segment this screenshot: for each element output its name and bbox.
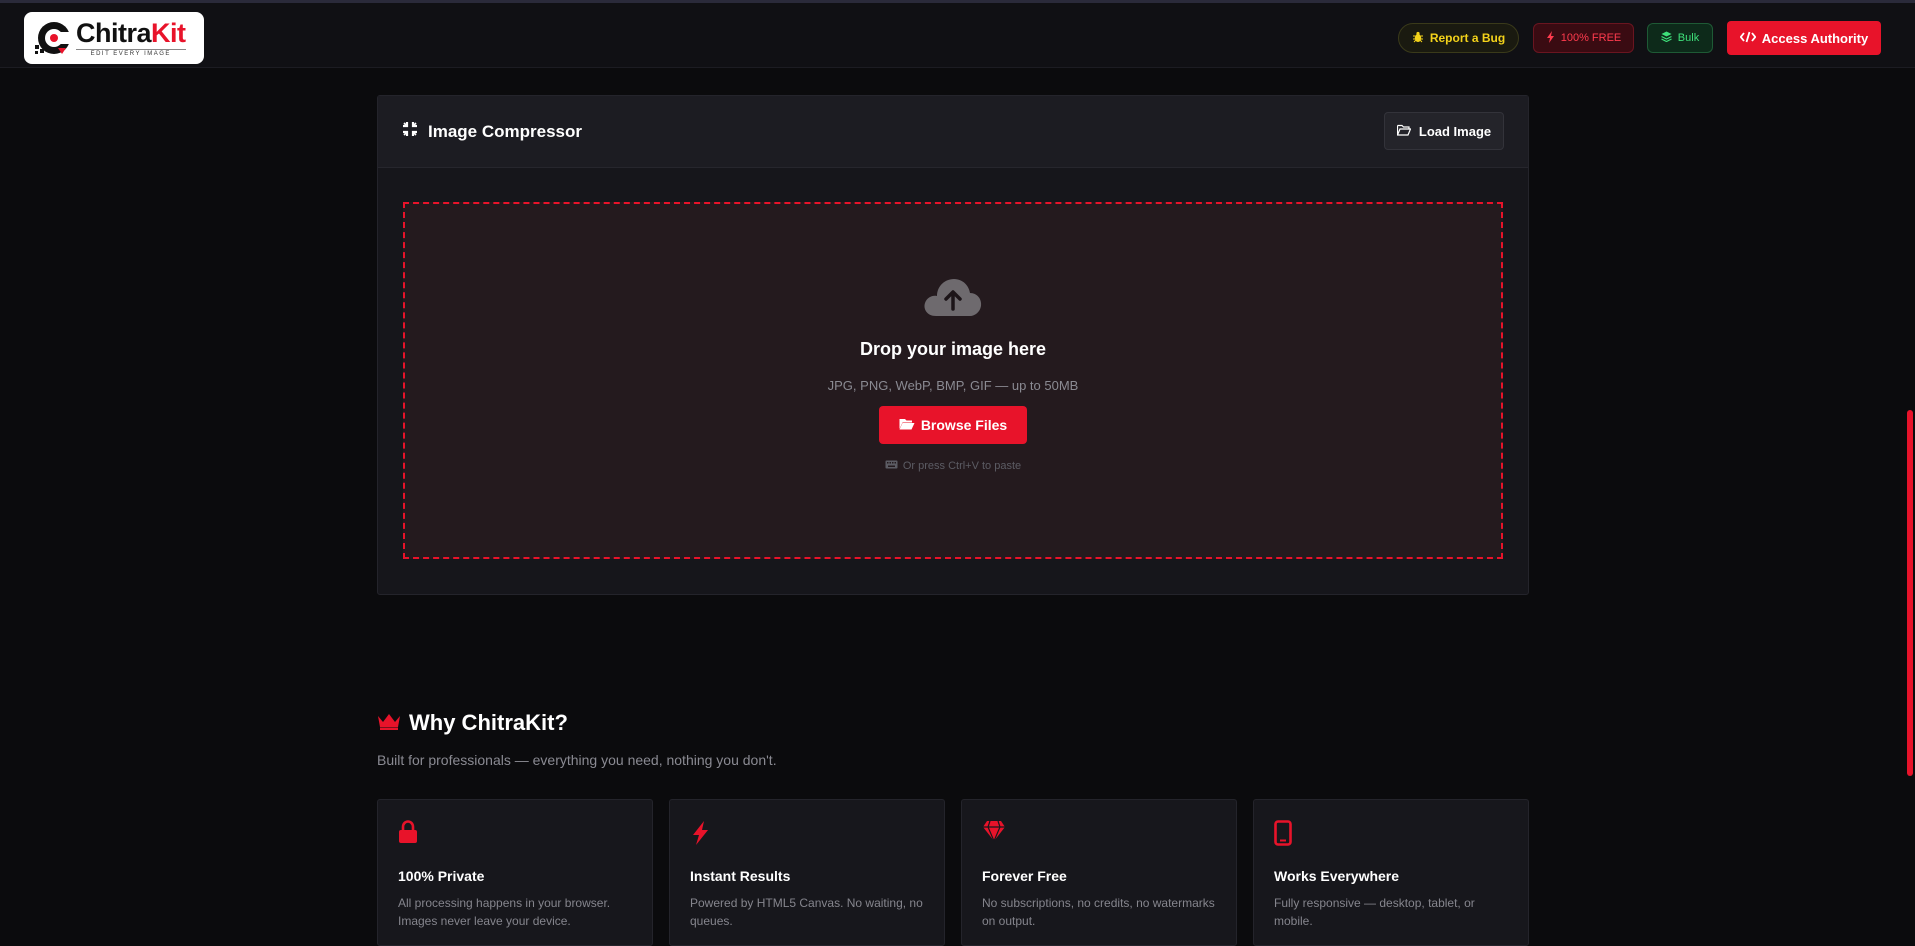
- card-text: No subscriptions, no credits, no waterma…: [982, 896, 1215, 928]
- paste-hint: Or press Ctrl+V to paste: [885, 460, 1021, 472]
- card-title: Instant Results: [690, 868, 791, 884]
- free-badge[interactable]: 100% FREE: [1533, 23, 1634, 53]
- folder-open-icon: [1396, 124, 1412, 139]
- card-title: Works Everywhere: [1274, 868, 1400, 884]
- bug-icon: [1412, 31, 1424, 46]
- free-badge-label: 100% FREE: [1560, 32, 1622, 44]
- load-image-label: Load Image: [1418, 123, 1492, 139]
- why-title-text: Why ChitraKit?: [409, 710, 568, 735]
- cloud-upload-icon: [922, 274, 984, 323]
- logo-mark-icon: [32, 18, 72, 58]
- browse-files-button[interactable]: Browse Files: [879, 406, 1027, 444]
- lock-icon: [398, 820, 632, 848]
- feature-card-private: 100% Private All processing happens in y…: [377, 799, 653, 946]
- card-title: 100% Private: [398, 868, 485, 884]
- bulk-label: Bulk: [1677, 32, 1700, 44]
- mobile-icon: [1274, 820, 1508, 848]
- logo[interactable]: ChitraKit EDIT EVERY IMAGE: [24, 12, 204, 64]
- logo-tagline: EDIT EVERY IMAGE: [76, 49, 186, 57]
- crown-icon: [377, 710, 401, 736]
- gem-icon: [982, 820, 1216, 848]
- feature-card-instant: Instant Results Powered by HTML5 Canvas.…: [669, 799, 945, 946]
- card-text: Fully responsive — desktop, tablet, or m…: [1274, 896, 1475, 928]
- keyboard-icon: [885, 460, 898, 472]
- why-section-title: Why ChitraKit?: [377, 710, 568, 736]
- compressor-panel-header: Image Compressor Load Image: [378, 96, 1528, 168]
- card-title: Forever Free: [982, 868, 1067, 884]
- report-bug-label: Report a Bug: [1429, 31, 1506, 45]
- why-subtitle: Built for professionals — everything you…: [377, 752, 777, 768]
- load-image-button[interactable]: Load Image: [1384, 112, 1504, 150]
- logo-title: ChitraKit: [76, 18, 186, 48]
- browse-files-label: Browse Files: [920, 417, 1008, 433]
- feature-card-everywhere: Works Everywhere Fully responsive — desk…: [1253, 799, 1529, 946]
- bolt-small-icon: [1546, 30, 1555, 46]
- feature-card-free: Forever Free No subscriptions, no credit…: [961, 799, 1237, 946]
- card-text: Powered by HTML5 Canvas. No waiting, no …: [690, 896, 923, 928]
- bulk-button[interactable]: Bulk: [1647, 23, 1713, 53]
- compress-icon: [402, 121, 418, 142]
- code-icon: [1739, 31, 1757, 46]
- page-scrollbar[interactable]: [1907, 410, 1913, 776]
- layers-icon: [1661, 31, 1672, 45]
- bolt-icon: [690, 820, 924, 848]
- paste-hint-label: Or press Ctrl+V to paste: [902, 460, 1022, 472]
- card-text: All processing happens in your browser. …: [398, 896, 611, 928]
- image-dropzone[interactable]: Drop your image here JPG, PNG, WebP, BMP…: [403, 202, 1503, 559]
- supported-formats-text: JPG, PNG, WebP, BMP, GIF — up to 50MB: [827, 378, 1079, 393]
- access-authority-label: Access Authority: [1761, 30, 1869, 46]
- compressor-title: Image Compressor: [428, 121, 582, 141]
- compressor-panel: Image Compressor Load Image Drop your im…: [377, 95, 1529, 595]
- report-bug-button[interactable]: Report a Bug: [1398, 23, 1519, 53]
- top-navbar: ChitraKit EDIT EVERY IMAGE Report a Bug …: [0, 0, 1915, 68]
- drop-title: Drop your image here: [859, 339, 1047, 359]
- access-authority-button[interactable]: Access Authority: [1727, 21, 1881, 55]
- folder-icon: [899, 417, 915, 433]
